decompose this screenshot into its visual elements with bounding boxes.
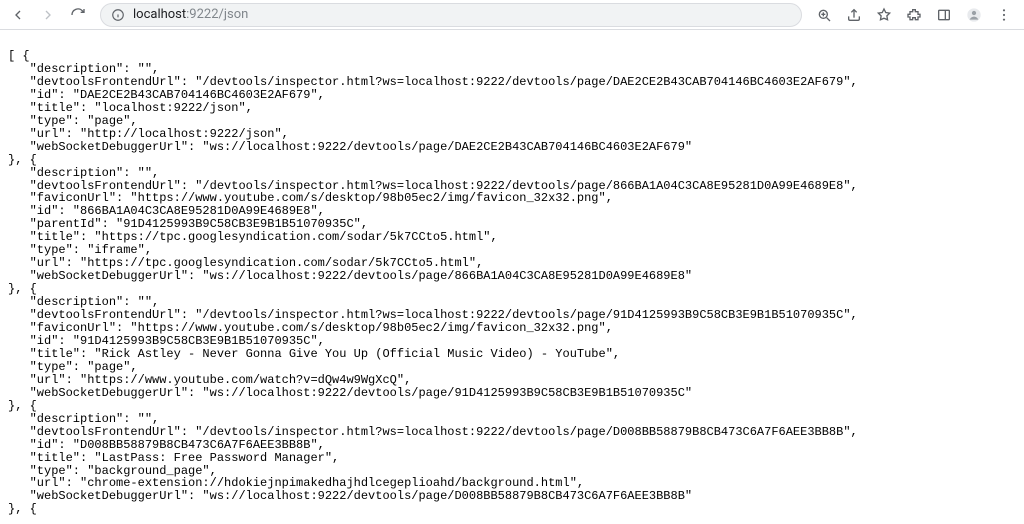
profile-icon[interactable] [960,1,988,29]
site-info-icon[interactable] [111,8,125,22]
menu-icon[interactable] [990,1,1018,29]
address-rest: :9222/json [186,7,248,22]
json-body: [ { "description": "", "devtoolsFrontend… [0,42,1024,524]
zoom-icon[interactable] [810,1,838,29]
back-button[interactable] [4,1,32,29]
bookmark-icon[interactable] [870,1,898,29]
toolbar-right [810,1,1018,29]
reload-button[interactable] [64,1,92,29]
address-host: localhost [133,7,186,22]
browser-toolbar: localhost:9222/json [0,0,1024,30]
extensions-icon[interactable] [900,1,928,29]
address-bar[interactable]: localhost:9222/json [100,3,802,27]
address-text: localhost:9222/json [133,7,248,22]
forward-button[interactable] [34,1,62,29]
sidepanel-icon[interactable] [930,1,958,29]
share-icon[interactable] [840,1,868,29]
